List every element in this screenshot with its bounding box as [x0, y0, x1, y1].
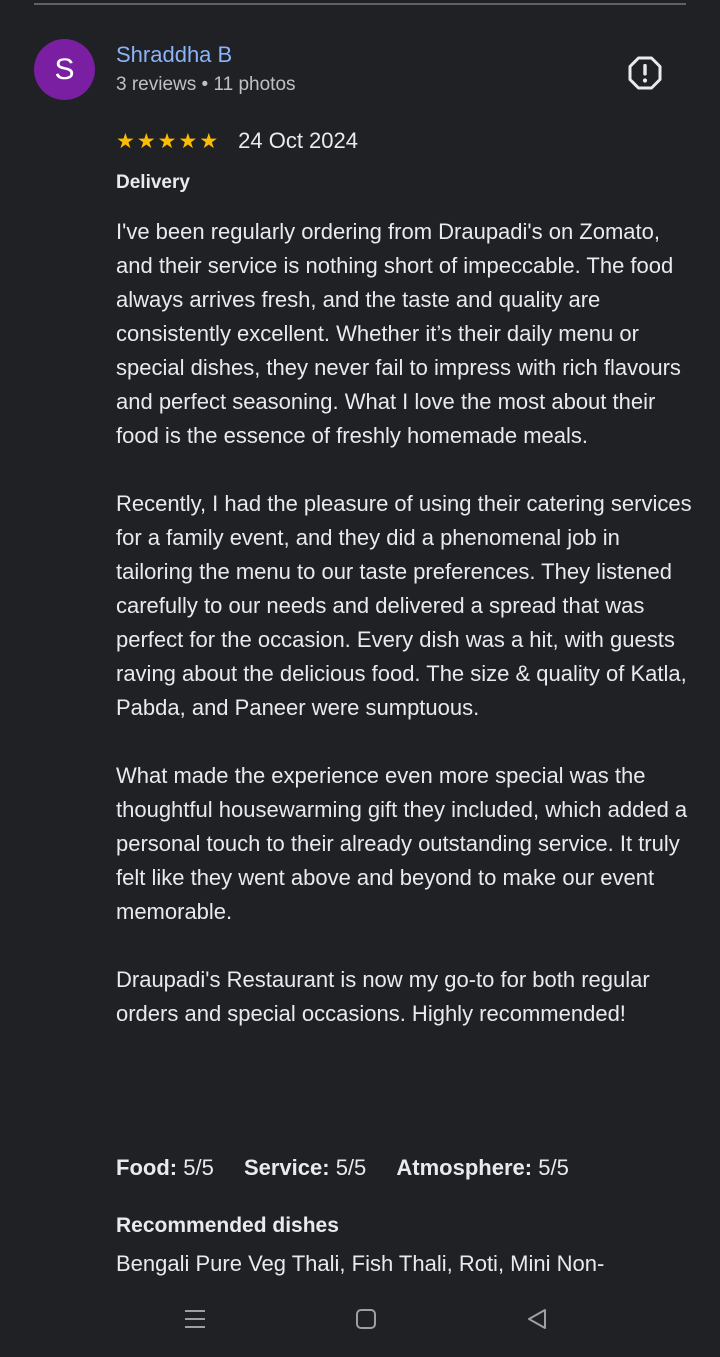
review-paragraph: Recently, I had the pleasure of using th… [116, 491, 692, 720]
food-rating-value: 5/5 [183, 1155, 214, 1180]
top-divider [34, 3, 686, 5]
system-nav-bar [0, 1282, 720, 1357]
star-icon: ★ [199, 129, 219, 153]
recommended-dishes-heading: Recommended dishes [116, 1214, 339, 1237]
rating-row: ★ ★ ★ ★ ★ 24 Oct 2024 [116, 126, 358, 156]
reviewer-meta[interactable]: 3 reviews • 11 photos [116, 74, 296, 96]
exclamation-circle-icon [628, 56, 662, 90]
atmosphere-rating: Atmosphere: 5/5 [396, 1155, 568, 1180]
review-paragraph: What made the experience even more speci… [116, 763, 688, 924]
recommended-dishes-list: Bengali Pure Veg Thali, Fish Thali, Roti… [116, 1251, 605, 1276]
food-rating: Food: 5/5 [116, 1155, 214, 1180]
service-rating: Service: 5/5 [244, 1155, 366, 1180]
avatar[interactable]: S [34, 39, 95, 100]
triangle-back-icon [528, 1309, 546, 1329]
atmosphere-rating-label: Atmosphere: [396, 1155, 533, 1180]
avatar-initial: S [54, 52, 75, 86]
review-text: I've been regularly ordering from Draupa… [116, 215, 696, 1065]
back-button[interactable] [522, 1304, 552, 1334]
review-paragraph: Draupadi's Restaurant is now my go-to fo… [116, 967, 650, 1026]
service-type-label: Delivery [116, 172, 190, 193]
star-icon: ★ [136, 129, 156, 153]
star-icon: ★ [157, 129, 177, 153]
recent-apps-button[interactable] [180, 1304, 210, 1334]
star-icon: ★ [178, 129, 198, 153]
report-button[interactable] [624, 52, 666, 94]
reviewer-name[interactable]: Shraddha B [116, 42, 232, 68]
review-date: 24 Oct 2024 [238, 128, 359, 153]
food-rating-label: Food: [116, 1155, 178, 1180]
review-paragraph: I've been regularly ordering from Draupa… [116, 219, 681, 448]
service-rating-label: Service: [243, 1155, 330, 1180]
sub-ratings: Food: 5/5 Service: 5/5 Atmosphere: 5/5 [116, 1151, 593, 1185]
star-rating: ★ ★ ★ ★ ★ [116, 131, 218, 152]
star-icon: ★ [116, 129, 135, 153]
atmosphere-rating-value: 5/5 [538, 1155, 569, 1180]
service-rating-value: 5/5 [335, 1155, 367, 1180]
square-home-icon [356, 1309, 376, 1329]
home-button[interactable] [351, 1304, 381, 1334]
menu-lines-icon [185, 1310, 205, 1328]
